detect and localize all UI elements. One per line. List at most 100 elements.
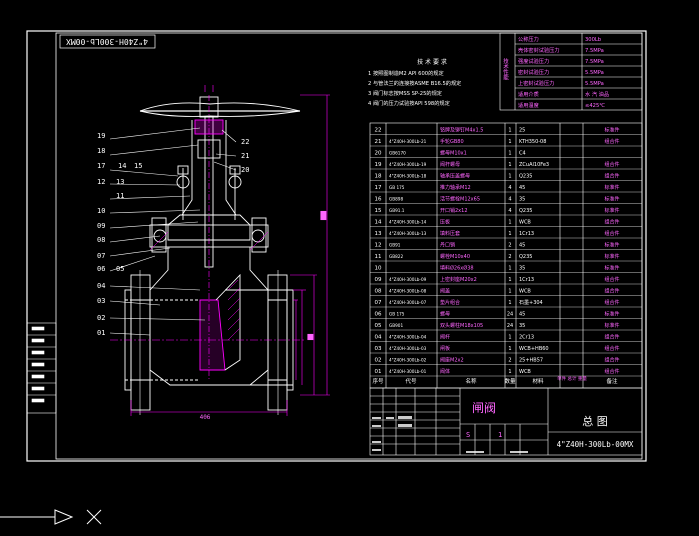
balloon-12: 12: [97, 178, 105, 186]
bom-cell-mat: 45: [519, 185, 525, 191]
bom-cell-code: 4"Z40H-300Lb-07: [389, 300, 427, 305]
bom-cell-qty: 1: [508, 289, 511, 295]
bom-header-no: 序号: [372, 377, 384, 385]
balloon-03: 03: [97, 297, 105, 305]
bom-cell-note: 标准件: [604, 127, 619, 134]
title-block-sheet-s: S: [466, 431, 470, 439]
bom-cell-qty: 1: [508, 346, 511, 352]
perf-row-value: 300Lb: [585, 37, 602, 43]
bom-cell-note: 组合件: [604, 173, 619, 180]
bom-cell-qty: 1: [508, 335, 511, 341]
bom-cell-name: 压板: [440, 219, 450, 226]
bom-cell-name: 闸板: [440, 345, 450, 352]
bom-cell-mat: 35: [519, 323, 525, 329]
balloon-14: 14: [118, 162, 126, 170]
bom-cell-code: GB898: [389, 197, 403, 202]
bom-cell-name: 上密封座M20x2: [440, 276, 477, 283]
perf-row-value: 7.5MPa: [585, 59, 604, 65]
bom-cell-code: GB91: [389, 243, 401, 248]
perf-row-label: 适用介质: [518, 90, 539, 98]
bom-cell-name: 阀杆: [440, 334, 450, 341]
bom-cell-note: 组合件: [604, 357, 619, 364]
bom-cell-name: 垫片组合: [440, 299, 460, 306]
bom-cell-qty: 1: [508, 162, 511, 168]
bom-cell-no: 10: [375, 266, 382, 272]
part-balloons-left: 19 18 17 14 15 13 12 11 10 09 08 07 06 0…: [97, 132, 142, 337]
bom-header-qty: 数量: [504, 377, 516, 385]
perf-row-label: 适用温度: [518, 101, 539, 109]
bom-cell-qty: 1: [508, 174, 511, 180]
bom-cell-mat: 石墨+304: [519, 300, 543, 306]
bom-cell-name: 丹口销: [440, 242, 455, 249]
bom-cell-no: 18: [375, 174, 382, 180]
bom-cell-no: 21: [375, 139, 382, 145]
bom-header: 序号 代号 名称 数量 材料 单件 总计 重量 备注: [372, 375, 618, 385]
title-block-drawing-title: 总 图: [582, 414, 608, 428]
balloon-09: 09: [97, 222, 105, 230]
bom-cell-no: 22: [375, 128, 382, 134]
bom-cell-note: 组合件: [604, 334, 619, 341]
bom-cell-mat: C4: [519, 151, 526, 157]
balloon-15: 15: [134, 162, 142, 170]
bom-cell-code: GB 175: [389, 312, 405, 317]
balloon-10: 10: [97, 207, 105, 215]
bom-cell-mat: WCB: [519, 289, 531, 295]
bom-cell-no: 11: [375, 254, 382, 260]
bom-cell-qty: 4: [508, 185, 511, 191]
bom-cell-name: 螺栓M10x40: [440, 253, 470, 260]
bom-cell-no: 14: [375, 220, 382, 226]
bom-cell-mat: 25: [519, 128, 525, 134]
bom-cell-qty: 4: [508, 208, 511, 214]
bom-cell-note: 标准件: [604, 265, 619, 272]
bom-cell-name: 螺母: [440, 311, 450, 318]
dimension-label-flange-height: ██: [307, 333, 314, 341]
tech-req-item-4: 4 阀门的压力试验按API 598的规定: [368, 99, 450, 107]
bom-cell-qty: 2: [508, 358, 511, 364]
cad-drawing-canvas[interactable]: 4"Z40H-300Lb-00MX 406 ███ ██ 19 18 17 14…: [0, 0, 699, 536]
bom-cell-name: 推力轴承M12: [440, 184, 471, 191]
balloon-08: 08: [97, 236, 105, 244]
balloon-01: 01: [97, 329, 105, 337]
gate-valve-section-view[interactable]: [110, 95, 305, 415]
bom-cell-mat: WCB: [519, 369, 531, 375]
bom-cell-no: 13: [375, 231, 382, 237]
bom-cell-mat: 35: [519, 266, 525, 272]
bom-cell-mat: ZCuAl10Fe3: [519, 162, 549, 168]
perf-row-value: 水 汽 油品: [585, 90, 609, 98]
bom-cell-name: 手轮GB80: [440, 138, 464, 145]
perf-row-label: 壳体密封试验压力: [518, 46, 560, 54]
bom-cell-name: 活节螺栓M12x65: [440, 196, 480, 203]
balloon-11: 11: [116, 192, 124, 200]
bom-cell-qty: 1: [508, 266, 511, 272]
perf-row-value: 7.5MPa: [585, 48, 604, 54]
ucs-cursor-icon[interactable]: [0, 509, 102, 525]
bom-cell-note: 组合件: [604, 138, 619, 145]
perf-row-value: ≤425℃: [585, 103, 605, 109]
bom-cell-qty: 2: [508, 243, 511, 249]
bom-cell-name: 双头螺柱M18x105: [440, 322, 483, 329]
balloon-05: 05: [116, 265, 124, 273]
bom-cell-code: 4"Z40H-300Lb-04: [389, 335, 427, 340]
bom-cell-note: 标准件: [604, 207, 619, 214]
bom-cell-mat: WCB: [519, 220, 531, 226]
bom-cell-note: 标准件: [604, 311, 619, 318]
bom-cell-qty: 1: [508, 300, 511, 306]
bom-cell-qty: 1: [508, 139, 511, 145]
bom-cell-no: 16: [375, 197, 382, 203]
bom-cell-qty: 2: [508, 254, 511, 260]
perf-row-value: 5.5MPa: [585, 70, 604, 76]
bom-cell-no: 05: [375, 323, 382, 329]
tech-req-items: 1 按照图制造M2 API 600的规定 2 与管法兰的连接按ASME B16.…: [368, 69, 461, 107]
bom-cell-no: 19: [375, 162, 382, 168]
bom-cell-no: 03: [375, 346, 382, 352]
bom-cell-note: 标准件: [604, 242, 619, 249]
bom-header-name: 名称: [465, 377, 477, 385]
bom-cell-qty: 4: [508, 197, 511, 203]
bom-cell-name: 阀盖: [440, 288, 450, 295]
bom-cell-name: 铭牌及铆钉M4x1.5: [440, 127, 483, 134]
bom-cell-code: 4"Z40H-300Lb-21: [389, 139, 427, 144]
perf-row-label: 强度试验压力: [518, 57, 549, 65]
perf-side-label: 技术性能: [502, 57, 509, 82]
bom-cell-mat: Q235: [519, 254, 532, 260]
bom-cell-code: 4"Z40H-300Lb-18: [389, 174, 427, 179]
